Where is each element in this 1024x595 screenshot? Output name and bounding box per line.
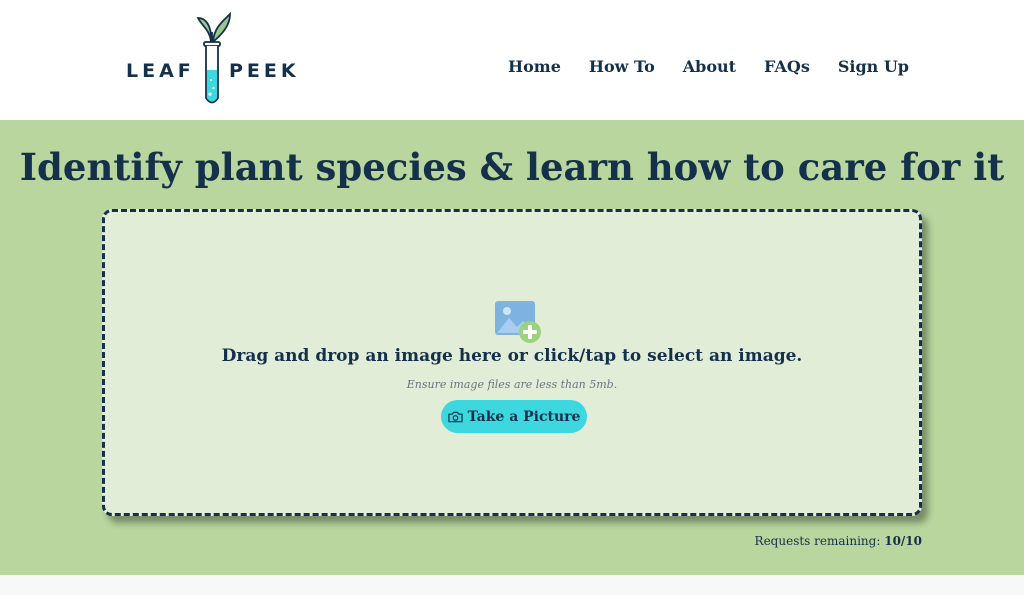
page-title: Identify plant species & learn how to ca… xyxy=(19,145,1005,189)
take-picture-button[interactable]: Take a Picture xyxy=(441,400,587,433)
add-image-icon xyxy=(495,301,541,343)
nav-about[interactable]: About xyxy=(683,57,736,76)
nav-how-to[interactable]: How To xyxy=(589,57,655,76)
leafpeek-logo[interactable]: LEAF PEEK xyxy=(124,10,299,110)
nav-faqs[interactable]: FAQs xyxy=(764,57,810,76)
dropzone-instruction: Drag and drop an image here or click/tap… xyxy=(221,346,803,366)
requests-value: 10/10 xyxy=(884,534,922,548)
requests-label: Requests remaining: xyxy=(754,534,881,548)
requests-remaining: Requests remaining: 10/10 xyxy=(755,534,922,548)
take-picture-label: Take a Picture xyxy=(467,408,581,425)
logo-text-right: PEEK xyxy=(229,60,300,82)
main-nav: Home How To About FAQs Sign Up xyxy=(508,57,909,76)
test-tube-leaf-icon xyxy=(196,11,231,104)
logo-text-left: LEAF xyxy=(126,60,195,82)
file-size-note: Ensure image files are less than 5mb. xyxy=(406,378,618,391)
nav-home[interactable]: Home xyxy=(508,57,561,76)
image-dropzone[interactable]: Drag and drop an image here or click/tap… xyxy=(102,209,922,516)
site-header: LEAF PEEK Home How To About FAQs Sign Up xyxy=(0,0,1024,120)
camera-icon xyxy=(447,411,463,422)
nav-sign-up[interactable]: Sign Up xyxy=(838,57,909,76)
